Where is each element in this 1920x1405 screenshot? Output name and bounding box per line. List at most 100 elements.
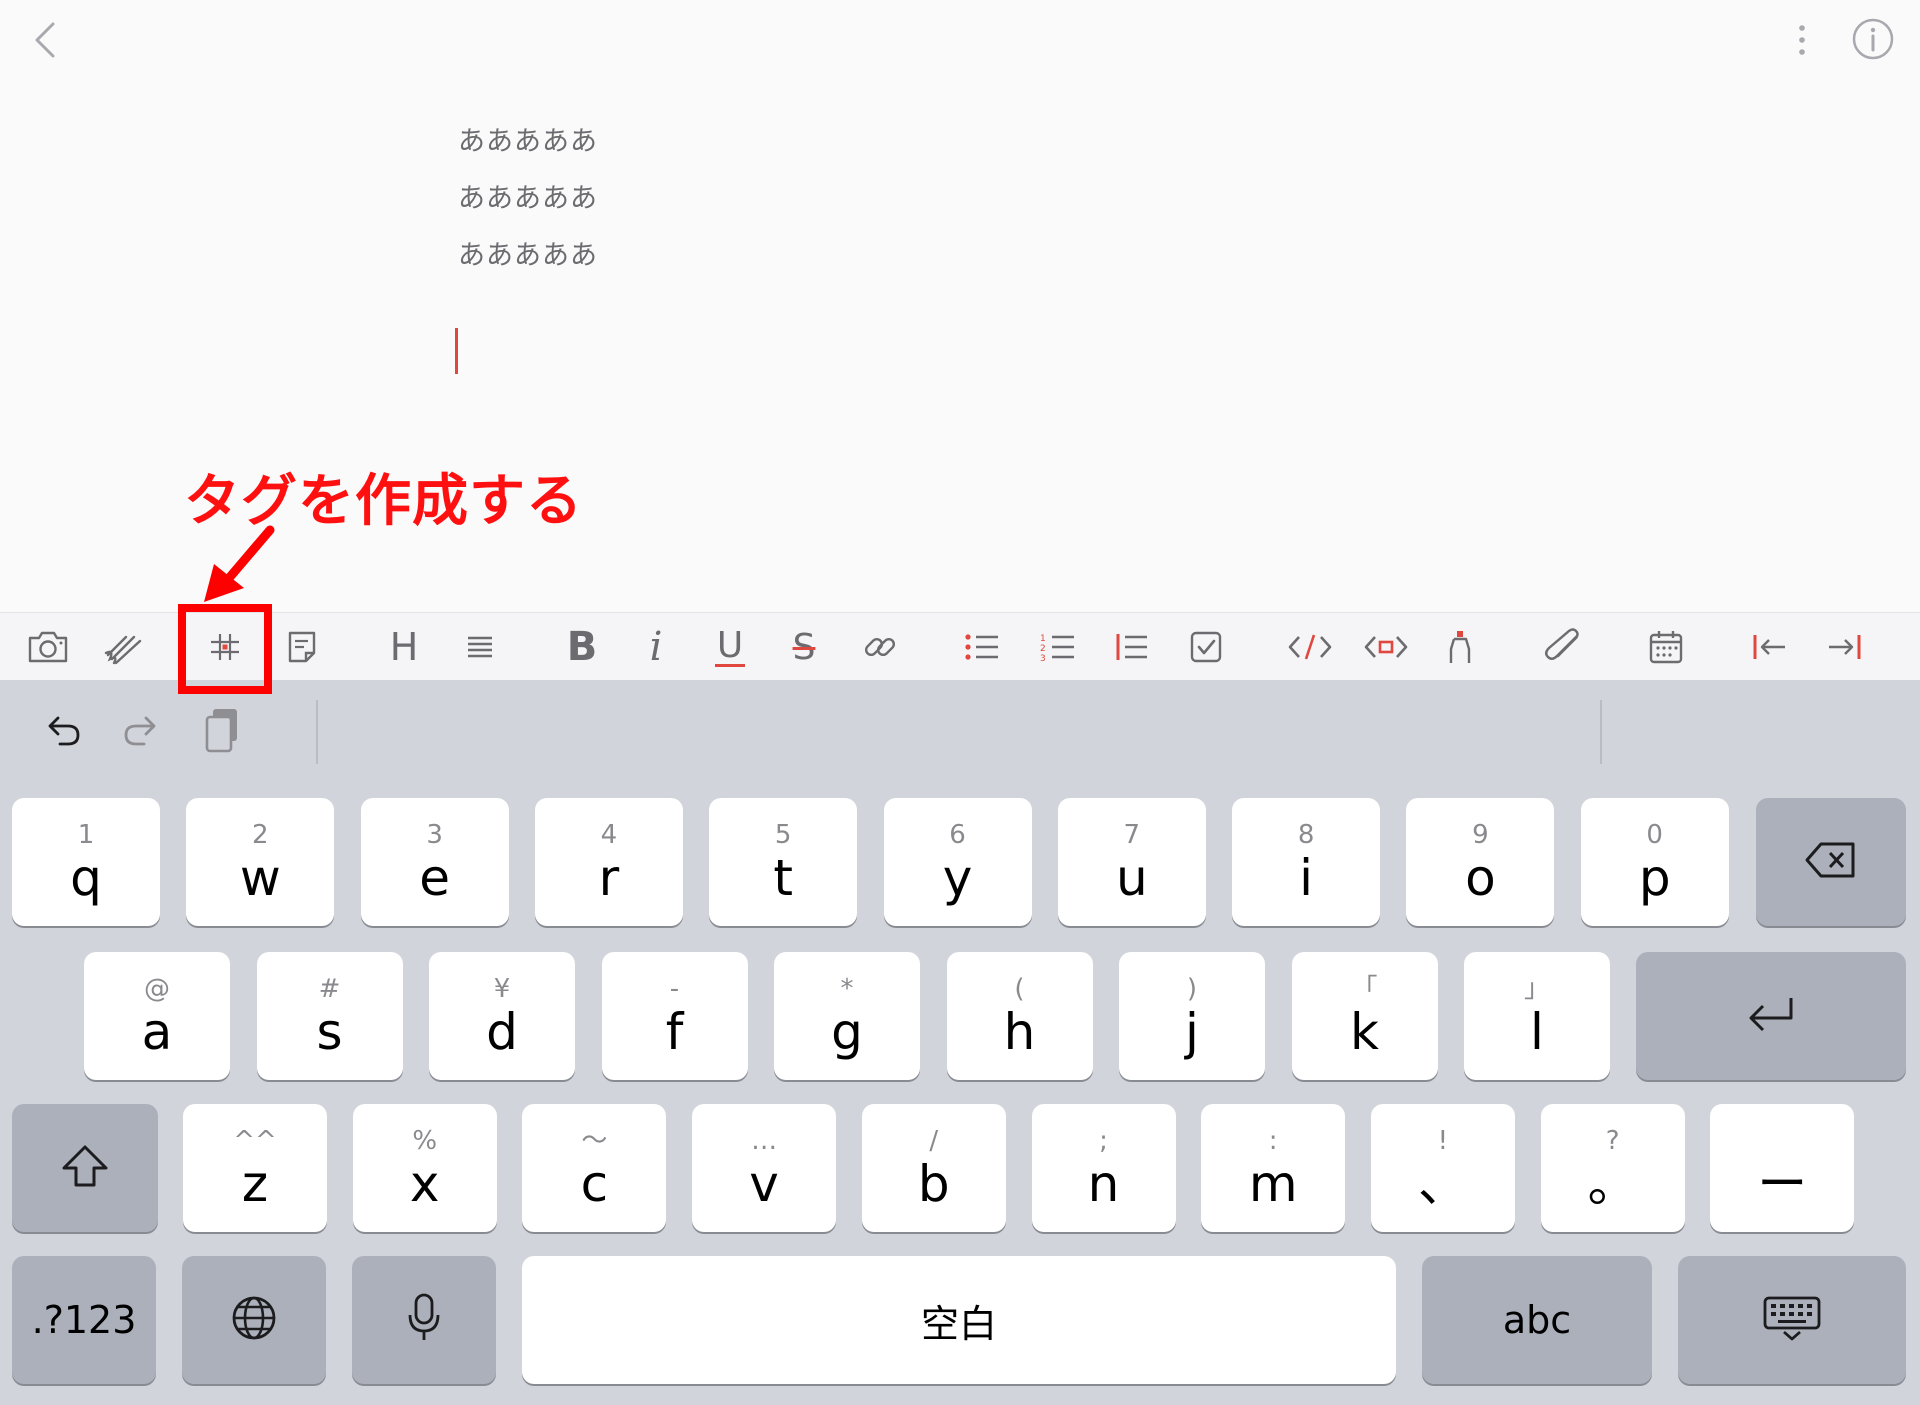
- key-x[interactable]: % x: [352, 1104, 497, 1232]
- code-button[interactable]: [1280, 613, 1340, 681]
- checkbox-button[interactable]: [1178, 613, 1234, 681]
- key-w[interactable]: 2w: [186, 798, 335, 926]
- key-label: o: [1465, 849, 1496, 907]
- numbered-list-button[interactable]: 123: [1030, 613, 1086, 681]
- return-icon: [1745, 994, 1797, 1038]
- key-label: p: [1638, 849, 1671, 907]
- key-secondary-label: @: [144, 974, 170, 1004]
- key-c[interactable]: 〜 c: [522, 1104, 667, 1232]
- key-secondary-label: :: [1268, 1126, 1278, 1156]
- link-button[interactable]: [852, 613, 908, 681]
- key-a[interactable]: @ a: [84, 952, 230, 1080]
- abc-key[interactable]: abc: [1422, 1256, 1652, 1384]
- underline-button[interactable]: U: [702, 613, 758, 681]
- key-secondary-label: 8: [1297, 820, 1315, 850]
- quote-button[interactable]: [1104, 613, 1160, 681]
- return-key[interactable]: [1636, 952, 1906, 1080]
- italic-button[interactable]: i: [628, 613, 684, 681]
- hide-keyboard-key[interactable]: [1678, 1256, 1906, 1384]
- key-m[interactable]: :m: [1201, 1104, 1346, 1232]
- globe-key[interactable]: [182, 1256, 326, 1384]
- handwriting-button[interactable]: [96, 613, 152, 681]
- key-label: a: [141, 1003, 173, 1061]
- key-label: z: [241, 1155, 269, 1213]
- key-label: v: [749, 1155, 779, 1213]
- numbered-list-icon: 123: [1040, 634, 1074, 662]
- key-p[interactable]: 0p: [1580, 798, 1729, 926]
- highlight-button[interactable]: [1432, 613, 1488, 681]
- undo-button[interactable]: [36, 700, 88, 760]
- more-options-button[interactable]: [1780, 14, 1824, 66]
- redo-button[interactable]: [116, 700, 168, 760]
- key-z[interactable]: ^^ z: [183, 1104, 327, 1232]
- code-block-button[interactable]: [1356, 613, 1416, 681]
- key-v[interactable]: … v: [692, 1104, 837, 1232]
- key-secondary-label: 〜: [581, 1126, 608, 1156]
- note-body[interactable]: あああああ あああああ あああああ: [458, 120, 1458, 291]
- shift-key[interactable]: [12, 1104, 158, 1232]
- calendar-button[interactable]: [1636, 613, 1696, 681]
- heading-icon: H: [389, 625, 419, 669]
- note-link-button[interactable]: [274, 613, 330, 681]
- dictation-key[interactable]: [352, 1256, 496, 1384]
- strikethrough-button[interactable]: S: [776, 613, 832, 681]
- key-l[interactable]: 」 l: [1464, 952, 1610, 1080]
- outdent-button[interactable]: [1742, 613, 1798, 681]
- paste-button[interactable]: [196, 700, 248, 760]
- key-e[interactable]: 3e: [360, 798, 509, 926]
- key-secondary-label: 6: [949, 820, 966, 850]
- back-button[interactable]: [22, 14, 70, 66]
- space-key[interactable]: 空白: [522, 1256, 1396, 1384]
- key-secondary-label: ): [1186, 974, 1198, 1004]
- key-o[interactable]: 9o: [1406, 798, 1555, 926]
- heading-button[interactable]: H: [376, 613, 432, 681]
- key-y[interactable]: 6y: [883, 798, 1032, 926]
- key-label: l: [1530, 1003, 1544, 1061]
- key-label: r: [598, 849, 620, 907]
- key-secondary-label: 1: [77, 820, 95, 850]
- key-g[interactable]: * g: [774, 952, 920, 1080]
- key-label: 、: [1417, 1155, 1468, 1213]
- key-label: n: [1087, 1155, 1120, 1213]
- key-b[interactable]: / b: [861, 1104, 1006, 1232]
- camera-button[interactable]: [20, 613, 76, 681]
- key-q[interactable]: 1q: [12, 798, 160, 926]
- info-button[interactable]: [1848, 12, 1898, 66]
- key-label: h: [1003, 1003, 1036, 1061]
- key-label: c: [580, 1155, 609, 1213]
- key-s[interactable]: # s: [256, 952, 403, 1080]
- bold-button[interactable]: B: [554, 613, 610, 681]
- key-。[interactable]: ?。: [1540, 1104, 1685, 1232]
- key-ー[interactable]: ー: [1710, 1104, 1855, 1232]
- numbers-key[interactable]: .?123: [12, 1256, 156, 1384]
- bullet-list-button[interactable]: [954, 613, 1010, 681]
- clipboard-icon: [205, 709, 237, 753]
- redo-icon: [124, 716, 156, 746]
- abc-key-label: abc: [1502, 1298, 1572, 1342]
- key-label: w: [239, 849, 281, 907]
- key-u[interactable]: 7u: [1057, 798, 1206, 926]
- key-k[interactable]: 「k: [1291, 952, 1438, 1080]
- indent-button[interactable]: [1816, 613, 1872, 681]
- delete-icon: [1805, 841, 1857, 883]
- key-secondary-label: …: [751, 1126, 778, 1156]
- chevron-left-icon: [35, 22, 55, 58]
- delete-key[interactable]: [1756, 798, 1906, 926]
- key-h[interactable]: (h: [946, 952, 1093, 1080]
- formatting-toolbar: H B i U S 123: [0, 612, 1920, 680]
- key-r[interactable]: 4r: [534, 798, 683, 926]
- attachment-button[interactable]: [1534, 613, 1594, 681]
- shift-icon: [60, 1143, 110, 1193]
- key-n[interactable]: ; n: [1031, 1104, 1176, 1232]
- key-secondary-label: 9: [1472, 820, 1489, 850]
- outdent-icon: [1753, 635, 1785, 659]
- key-f[interactable]: -f: [601, 952, 748, 1080]
- key-t[interactable]: 5t: [709, 798, 858, 926]
- key-label: f: [665, 1003, 684, 1061]
- key-j[interactable]: ) j: [1119, 952, 1265, 1080]
- key-、[interactable]: !、: [1370, 1104, 1515, 1232]
- key-d[interactable]: ¥ d: [429, 952, 575, 1080]
- paragraph-button[interactable]: [452, 613, 508, 681]
- key-secondary-label: 「: [1351, 974, 1378, 1004]
- key-i[interactable]: 8i: [1232, 798, 1381, 926]
